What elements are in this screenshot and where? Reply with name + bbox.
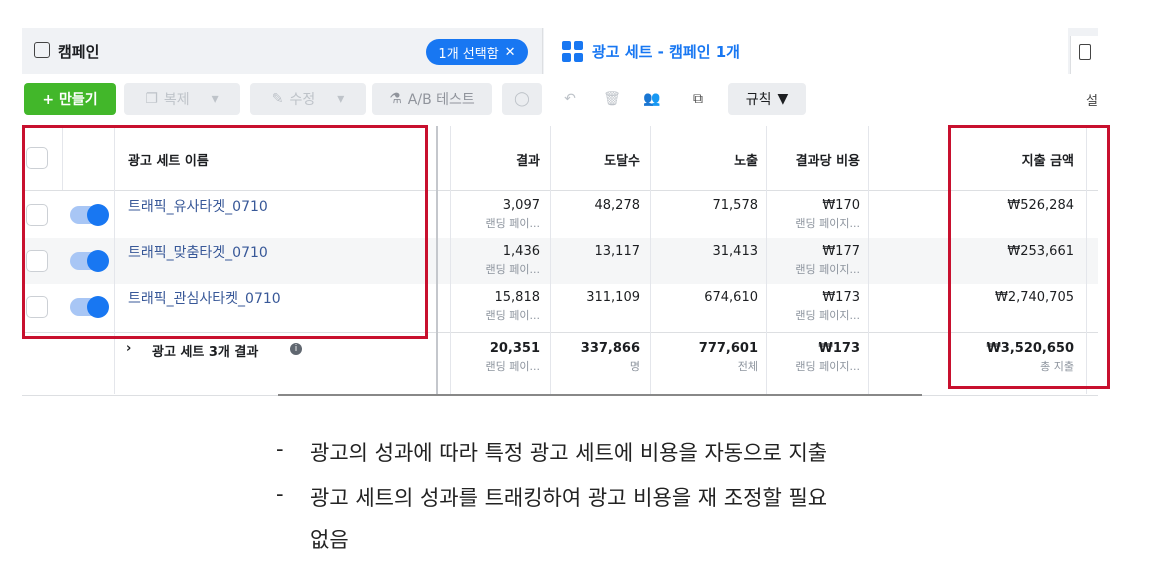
results-value: 1,436 <box>502 244 540 259</box>
delete-draft-button[interactable]: ◯ <box>502 83 542 115</box>
rules-label: 규칙 <box>745 92 772 108</box>
summary-cpr: ₩173 <box>818 341 860 356</box>
settings-label-partial[interactable]: 설 <box>1086 90 1098 109</box>
grid-icon <box>562 41 583 62</box>
circle-icon: ◯ <box>514 91 530 107</box>
column-divider <box>550 126 551 394</box>
note-line-1: 광고의 성과에 따라 특정 광고 세트에 비용을 자동으로 지출 <box>310 441 828 465</box>
summary-results: 20,351 <box>489 341 540 356</box>
edit-button[interactable]: ✎ 수정 ▾ <box>250 83 366 115</box>
col-header-reach[interactable]: 도달수 <box>562 150 640 169</box>
selected-badge[interactable]: 1개 선택함 ✕ <box>426 39 528 65</box>
summary-row: › 광고 세트 3개 결과 i 20,351 랜딩 페이... 337,866 … <box>22 332 1098 396</box>
summary-reach: 337,866 <box>580 341 640 356</box>
summary-cpr-type: 랜딩 페이지... <box>795 360 860 373</box>
selected-badge-label: 1개 선택함 <box>438 46 499 62</box>
undo-button[interactable]: ↶ <box>554 83 586 115</box>
results-type: 랜딩 페이... <box>485 217 540 230</box>
summary-label: 광고 세트 3개 결과 <box>152 345 259 360</box>
bullet-dash: - <box>276 437 284 461</box>
results-value: 3,097 <box>502 198 540 213</box>
cpr-type: 랜딩 페이지... <box>795 217 860 230</box>
divider-line <box>278 394 922 396</box>
ab-test-label: A/B 테스트 <box>407 92 475 108</box>
note-line-2: 광고 세트의 성과를 트래킹하여 광고 비용을 재 조정할 필요 <box>310 486 828 510</box>
chevron-down-icon: ▾ <box>211 91 219 107</box>
reach-value: 48,278 <box>594 198 641 213</box>
col-header-results[interactable]: 결과 <box>462 150 540 169</box>
preview-button[interactable]: ⧉ <box>680 83 716 115</box>
column-divider <box>868 126 869 394</box>
trash-icon: 🗑 <box>603 91 621 107</box>
column-divider <box>450 126 451 394</box>
cpr-value: ₩173 <box>822 290 860 305</box>
ab-test-button[interactable]: ⚗ A/B 테스트 <box>372 83 492 115</box>
flask-icon: ⚗ <box>389 91 402 107</box>
cpr-type: 랜딩 페이지... <box>795 309 860 322</box>
rules-button[interactable]: 규칙 ▼ <box>728 83 806 115</box>
close-icon[interactable]: ✕ <box>505 45 516 60</box>
audience-button[interactable]: 👥 <box>636 83 668 115</box>
col-header-impressions[interactable]: 노출 <box>662 150 758 169</box>
column-divider[interactable] <box>436 126 438 394</box>
people-icon: 👥 <box>643 91 661 107</box>
expand-chevron-icon[interactable]: › <box>126 341 131 356</box>
preview-icon: ⧉ <box>693 91 703 107</box>
bullet-dash: - <box>276 482 284 506</box>
highlight-box-amount-spent <box>948 125 1110 389</box>
tab-adsets[interactable]: 광고 세트 - 캠페인 1개 <box>544 28 1068 74</box>
results-type: 랜딩 페이... <box>485 309 540 322</box>
pencil-icon: ✎ <box>271 91 284 107</box>
note-line-3: 없음 <box>310 528 349 552</box>
impressions-value: 31,413 <box>712 244 759 259</box>
cpr-type: 랜딩 페이지... <box>795 263 860 276</box>
create-button[interactable]: + 만들기 <box>24 83 116 115</box>
col-header-cost-per-result[interactable]: 결과당 비용 <box>768 150 860 169</box>
create-button-label: + 만들기 <box>42 92 98 108</box>
undo-icon: ↶ <box>564 91 576 107</box>
info-icon[interactable]: i <box>290 343 302 355</box>
cpr-value: ₩170 <box>822 198 860 213</box>
duplicate-button[interactable]: ❐ 복제 ▾ <box>124 83 240 115</box>
summary-results-type: 랜딩 페이... <box>485 360 540 373</box>
tab-campaign-label: 캠페인 <box>58 43 100 61</box>
highlight-box-adset-names <box>22 125 428 339</box>
chevron-down-icon: ▾ <box>337 91 345 107</box>
summary-impressions: 777,601 <box>698 341 758 356</box>
impressions-value: 674,610 <box>704 290 758 305</box>
impressions-value: 71,578 <box>712 198 759 213</box>
reach-value: 311,109 <box>586 290 640 305</box>
column-divider <box>650 126 651 394</box>
campaign-icon <box>34 42 50 58</box>
tab-adsets-label: 광고 세트 - 캠페인 1개 <box>592 43 740 61</box>
summary-reach-unit: 명 <box>629 360 640 373</box>
caret-down-icon: ▼ <box>777 91 789 107</box>
reach-value: 13,117 <box>594 244 641 259</box>
edit-label: 수정 <box>289 92 316 108</box>
summary-impressions-unit: 전체 <box>737 360 758 373</box>
cpr-value: ₩177 <box>822 244 860 259</box>
ad-icon <box>1079 44 1091 60</box>
column-divider <box>766 126 767 394</box>
trash-button[interactable]: 🗑 <box>596 83 628 115</box>
results-type: 랜딩 페이... <box>485 263 540 276</box>
results-value: 15,818 <box>494 290 541 305</box>
tab-ads[interactable] <box>1070 36 1099 74</box>
duplicate-label: 복제 <box>163 92 190 108</box>
duplicate-icon: ❐ <box>145 91 158 107</box>
